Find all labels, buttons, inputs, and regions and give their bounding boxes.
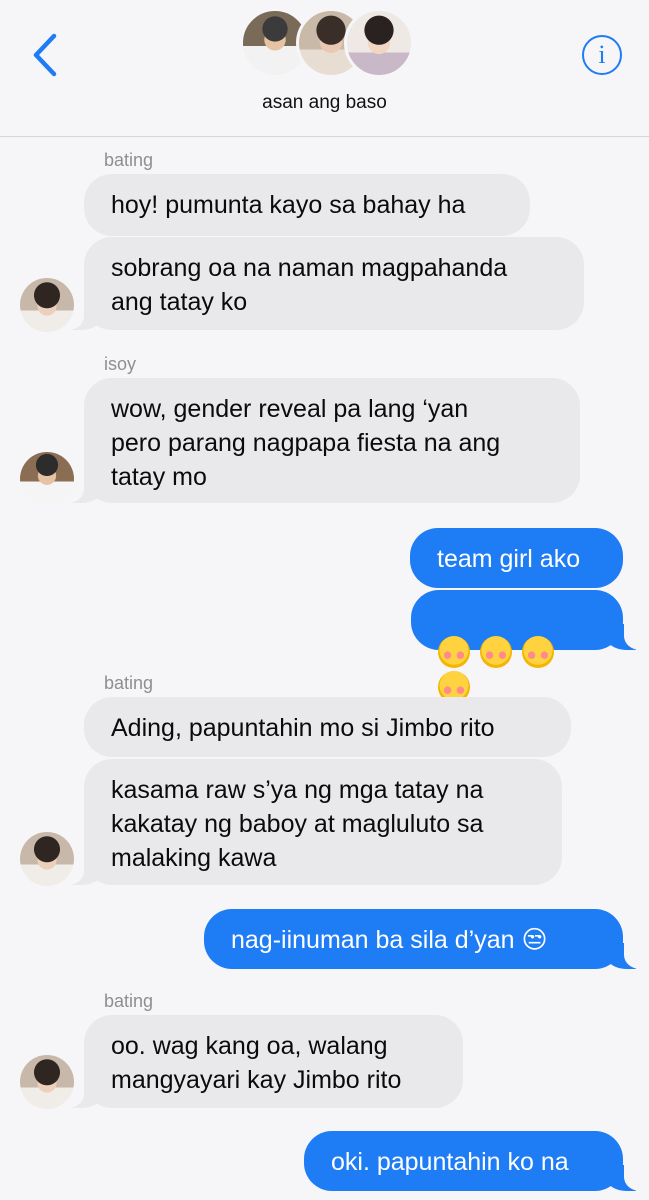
- message-bubble-incoming[interactable]: kasama raw s’ya ng mga tatay na kakatay …: [84, 759, 562, 885]
- sender-name: bating: [104, 150, 154, 170]
- message-bubble-incoming[interactable]: hoy! pumunta kayo sa bahay ha: [84, 174, 530, 236]
- message-bubble-outgoing[interactable]: 🥰🥰🥰🥰: [411, 590, 623, 703]
- avatar[interactable]: [20, 1055, 74, 1109]
- smiling-face-with-hearts-icon: [522, 636, 554, 669]
- smiling-face-with-hearts-icon: [480, 636, 512, 669]
- message-bubble-outgoing[interactable]: oki. papuntahin ko na: [304, 1131, 623, 1191]
- bubble-tail: [606, 620, 648, 650]
- bubble-tail: [606, 939, 648, 969]
- info-icon: i: [598, 40, 606, 69]
- message-bubble-outgoing[interactable]: team girl ako: [410, 528, 623, 588]
- message-bubble-incoming[interactable]: wow, gender reveal pa lang ‘yan pero par…: [84, 378, 580, 503]
- chat-header: asan ang baso i: [0, 0, 649, 137]
- group-name[interactable]: asan ang baso: [0, 92, 649, 114]
- message-bubble-incoming[interactable]: sobrang oa na naman magpahanda ang tatay…: [84, 237, 584, 330]
- message-bubble-incoming[interactable]: oo. wag kang oa, walang mangyayari kay J…: [84, 1015, 463, 1108]
- smiling-face-with-hearts-icon: [438, 636, 470, 669]
- message-bubble-outgoing[interactable]: nag-iinuman ba sila d’yan 😒: [204, 909, 623, 969]
- sender-name: bating: [104, 673, 154, 693]
- chevron-left-icon: [33, 33, 57, 77]
- back-button[interactable]: [26, 30, 66, 80]
- info-button[interactable]: i: [582, 35, 622, 75]
- avatar[interactable]: [20, 832, 74, 886]
- bubble-tail: [606, 1161, 648, 1191]
- avatar: [344, 8, 414, 78]
- sender-name: isoy: [104, 354, 137, 374]
- message-bubble-incoming[interactable]: Ading, papuntahin mo si Jimbo rito: [84, 697, 571, 757]
- avatar[interactable]: [20, 278, 74, 332]
- sender-name: bating: [104, 991, 154, 1011]
- avatar[interactable]: [20, 452, 74, 506]
- group-avatars[interactable]: [240, 8, 414, 80]
